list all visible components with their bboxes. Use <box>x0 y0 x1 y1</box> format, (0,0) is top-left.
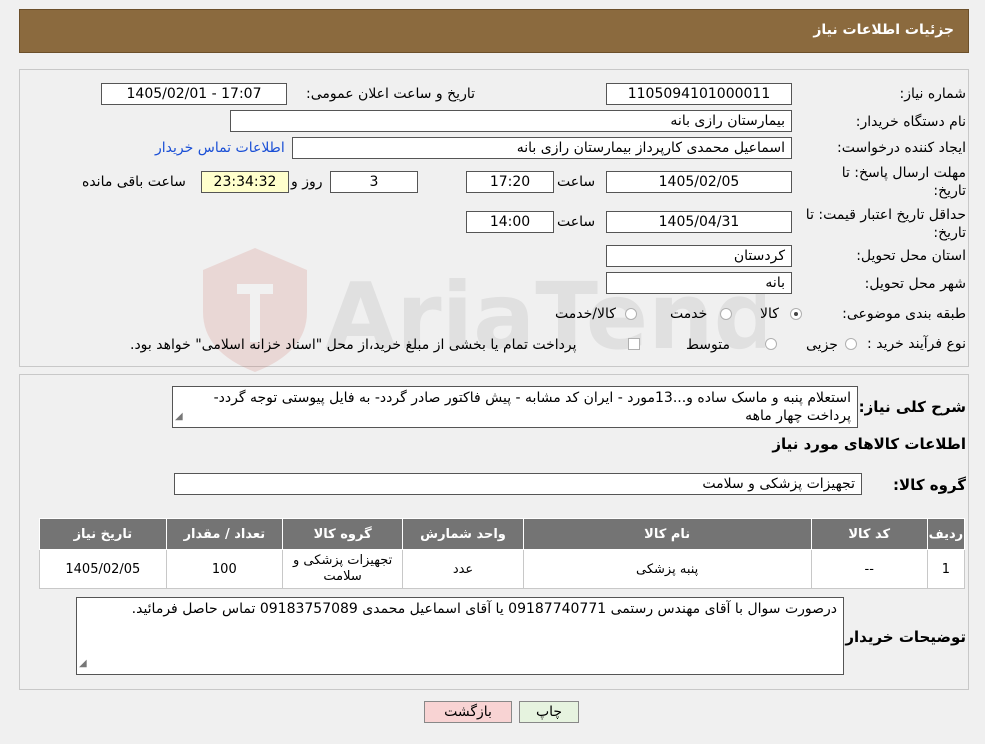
cell-goods-name: پنبه پزشکی <box>522 549 812 589</box>
buyer-org-label: نام دستگاه خریدار: <box>855 114 966 130</box>
col-goods-name: نام کالا <box>522 518 812 550</box>
process-option-medium: متوسط <box>686 337 730 353</box>
city-label: شهر محل تحویل: <box>864 276 966 292</box>
deadline-time-label: ساعت <box>557 174 596 190</box>
process-radio-minor[interactable] <box>845 338 857 350</box>
back-button[interactable]: بازگشت <box>424 701 512 723</box>
category-label: طبقه بندی موضوعی: <box>842 306 966 322</box>
category-option-goods: کالا <box>760 306 779 322</box>
need-number-label: شماره نیاز: <box>899 86 967 102</box>
buyer-notes-textarea[interactable]: درصورت سوال با آقای مهندس رستمی 09187740… <box>76 597 844 675</box>
table-row: 1 -- پنبه پزشکی عدد تجهیزات پزشکی و سلام… <box>39 549 966 589</box>
process-radio-medium[interactable] <box>765 338 777 350</box>
remaining-label: ساعت باقی مانده <box>82 174 186 190</box>
days-remaining-field: 3 <box>330 171 418 193</box>
price-valid-time-field: 14:00 <box>466 211 554 233</box>
buyer-notes-text: درصورت سوال با آقای مهندس رستمی 09187740… <box>131 601 837 617</box>
resize-grip-icon[interactable]: ◢ <box>175 408 183 426</box>
table-header-row: ردیف کد کالا نام کالا واحد شمارش گروه کا… <box>39 518 966 550</box>
process-option-minor: جزیی <box>806 337 838 353</box>
price-valid-label-line1: حداقل تاریخ اعتبار قیمت: تا <box>805 207 966 223</box>
category-radio-service[interactable] <box>720 308 732 320</box>
cell-row-number: 1 <box>926 549 966 589</box>
category-option-service: خدمت <box>670 306 708 322</box>
cell-unit: عدد <box>402 549 524 589</box>
deadline-label-line2: تاریخ: <box>933 183 966 199</box>
page-title: جزئیات اطلاعات نیاز <box>813 22 954 38</box>
city-field: بانه <box>606 272 792 294</box>
deadline-label-line1: مهلت ارسال پاسخ: تا <box>841 165 966 181</box>
purchase-process-label: نوع فرآیند خرید : <box>867 336 966 352</box>
treasury-note: پرداخت تمام یا بخشی از مبلغ خرید،از محل … <box>130 337 577 353</box>
description-label: شرح کلی نیاز: <box>858 398 966 416</box>
province-label: استان محل تحویل: <box>856 248 966 264</box>
description-textarea[interactable]: استعلام پنبه و ماسک ساده و...13مورد - ای… <box>172 386 858 428</box>
col-goods-code: کد کالا <box>810 518 928 550</box>
buyer-notes-label: توضیحات خریدار: <box>839 628 966 646</box>
announce-datetime-field: 1405/02/01 - 17:07 <box>101 83 287 105</box>
buyer-org-field: بیمارستان رازی بانه <box>230 110 792 132</box>
goods-group-label: گروه کالا: <box>893 476 966 494</box>
price-valid-date-field: 1405/04/31 <box>606 211 792 233</box>
cell-goods-code: -- <box>810 549 928 589</box>
col-goods-group: گروه کالا <box>281 518 404 550</box>
deadline-time-field: 17:20 <box>466 171 554 193</box>
goods-info-heading: اطلاعات کالاهای مورد نیاز <box>772 435 966 453</box>
col-quantity: تعداد / مقدار <box>165 518 283 550</box>
remaining-time-field: 23:34:32 <box>201 171 289 193</box>
cell-quantity: 100 <box>165 549 283 589</box>
goods-group-field: تجهیزات پزشکی و سلامت <box>174 473 862 495</box>
province-field: کردستان <box>606 245 792 267</box>
price-valid-label-line2: تاریخ: <box>933 225 966 241</box>
announce-datetime-label: تاریخ و ساعت اعلان عمومی: <box>306 86 475 102</box>
category-radio-goods[interactable] <box>790 308 802 320</box>
items-table: ردیف کد کالا نام کالا واحد شمارش گروه کا… <box>39 518 966 589</box>
col-unit: واحد شمارش <box>402 518 524 550</box>
description-text: استعلام پنبه و ماسک ساده و...13مورد - ای… <box>213 390 851 424</box>
requester-label: ایجاد کننده درخواست: <box>837 140 966 156</box>
need-number-field: 1105094101000011 <box>606 83 792 105</box>
buyer-contact-link[interactable]: اطلاعات تماس خریدار <box>155 140 285 156</box>
treasury-checkbox[interactable] <box>628 338 640 350</box>
deadline-date-field: 1405/02/05 <box>606 171 792 193</box>
col-row-number: ردیف <box>926 518 966 550</box>
category-option-goods-service: کالا/خدمت <box>555 306 616 322</box>
resize-grip-icon[interactable]: ◢ <box>79 655 87 673</box>
page-header: جزئیات اطلاعات نیاز <box>19 9 969 53</box>
col-need-date: تاریخ نیاز <box>39 518 167 550</box>
days-and-label: روز و <box>291 174 323 190</box>
cell-need-date: 1405/02/05 <box>39 549 167 589</box>
category-radio-goods-service[interactable] <box>625 308 637 320</box>
cell-goods-group: تجهیزات پزشکی و سلامت <box>281 549 404 589</box>
price-valid-time-label: ساعت <box>557 214 596 230</box>
requester-field: اسماعیل محمدی کارپرداز بیمارستان رازی با… <box>292 137 792 159</box>
print-button[interactable]: چاپ <box>519 701 579 723</box>
